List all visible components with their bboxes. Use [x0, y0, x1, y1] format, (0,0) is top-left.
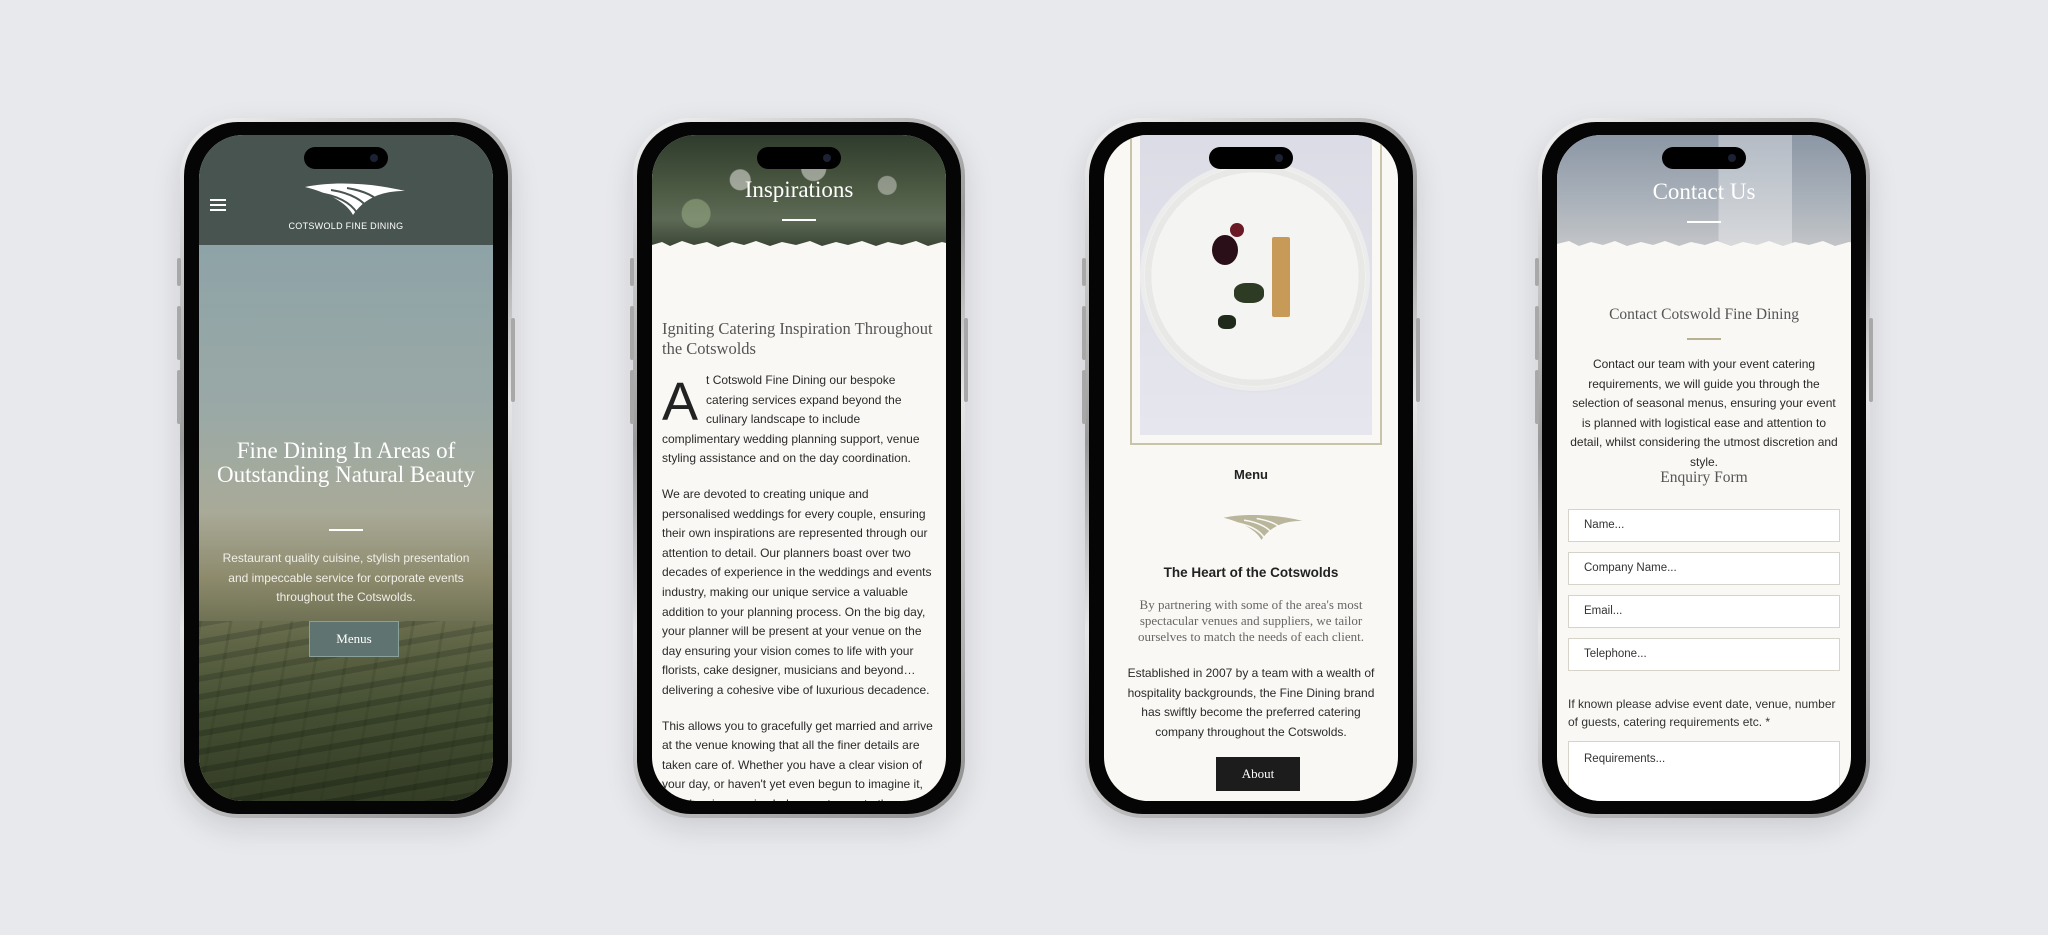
- hero-title: Fine Dining In Areas of Outstanding Natu…: [216, 438, 476, 487]
- contact-intro: Contact our team with your event caterin…: [1570, 357, 1838, 469]
- phone-mockup-inspirations: Inspirations Igniting Catering Inspirati…: [630, 118, 968, 818]
- page-title: Inspirations: [744, 177, 854, 202]
- paragraph-3: This allows you to gracefully get marrie…: [662, 718, 934, 802]
- email-input[interactable]: Email...: [1568, 595, 1840, 628]
- telephone-input[interactable]: Telephone...: [1568, 638, 1840, 671]
- paragraph-1: t Cotswold Fine Dining our bespoke cater…: [662, 373, 920, 466]
- dish-image-frame: [1130, 135, 1382, 445]
- hamburger-menu-icon[interactable]: [210, 199, 226, 211]
- dynamic-island: [304, 147, 388, 169]
- requirements-label: If known please advise event date, venue…: [1568, 697, 1836, 729]
- leaf-logo-icon[interactable]: [303, 181, 407, 219]
- paragraph-2: We are devoted to creating unique and pe…: [662, 486, 932, 697]
- menus-button[interactable]: Menus: [309, 621, 399, 657]
- article-heading: Igniting Catering Inspiration Throughout…: [662, 319, 933, 358]
- phone-mockup-contact: Contact Us Contact Cotswold Fine Dining …: [1535, 118, 1873, 818]
- hero-landscape-image: [199, 245, 493, 801]
- phone-mockup-menu: Menu The Heart of the Cotswolds By partn…: [1082, 118, 1420, 818]
- dynamic-island: [1662, 147, 1746, 169]
- subheading-divider: [1687, 338, 1721, 340]
- hero-subtitle: Restaurant quality cuisine, stylish pres…: [222, 551, 470, 604]
- torn-edge-divider: [652, 241, 946, 257]
- menu-link[interactable]: Menu: [1104, 467, 1398, 482]
- torn-edge-divider: [1557, 241, 1851, 257]
- contact-subheading: Contact Cotswold Fine Dining: [1609, 306, 1799, 323]
- section-lead: By partnering with some of the area's mo…: [1138, 597, 1364, 644]
- about-button[interactable]: About: [1216, 757, 1300, 791]
- dish-photo[interactable]: [1140, 135, 1372, 435]
- dynamic-island: [757, 147, 841, 169]
- contact-screen: Contact Us Contact Cotswold Fine Dining …: [1557, 135, 1851, 801]
- logo-text: COTSWOLD FINE DINING: [288, 221, 404, 231]
- menu-screen: Menu The Heart of the Cotswolds By partn…: [1104, 135, 1398, 801]
- section-body: Established in 2007 by a team with a wea…: [1127, 666, 1375, 739]
- dynamic-island: [1209, 147, 1293, 169]
- hero-divider: [329, 529, 363, 531]
- page-title: Contact Us: [1652, 179, 1756, 204]
- leaf-logo-icon: [1223, 514, 1303, 540]
- drop-cap: A: [662, 372, 699, 432]
- section-heading: The Heart of the Cotswolds: [1163, 565, 1339, 580]
- home-screen: COTSWOLD FINE DINING Fine Dining In Area…: [199, 135, 493, 801]
- company-input[interactable]: Company Name...: [1568, 552, 1840, 585]
- inspirations-screen: Inspirations Igniting Catering Inspirati…: [652, 135, 946, 801]
- title-divider: [1687, 221, 1721, 223]
- article-body: Igniting Catering Inspiration Throughout…: [662, 319, 936, 801]
- name-input[interactable]: Name...: [1568, 509, 1840, 542]
- phone-mockup-home: COTSWOLD FINE DINING Fine Dining In Area…: [177, 118, 515, 818]
- requirements-textarea[interactable]: Requirements...: [1568, 741, 1840, 801]
- title-divider: [782, 219, 816, 221]
- form-title: Enquiry Form: [1660, 469, 1748, 486]
